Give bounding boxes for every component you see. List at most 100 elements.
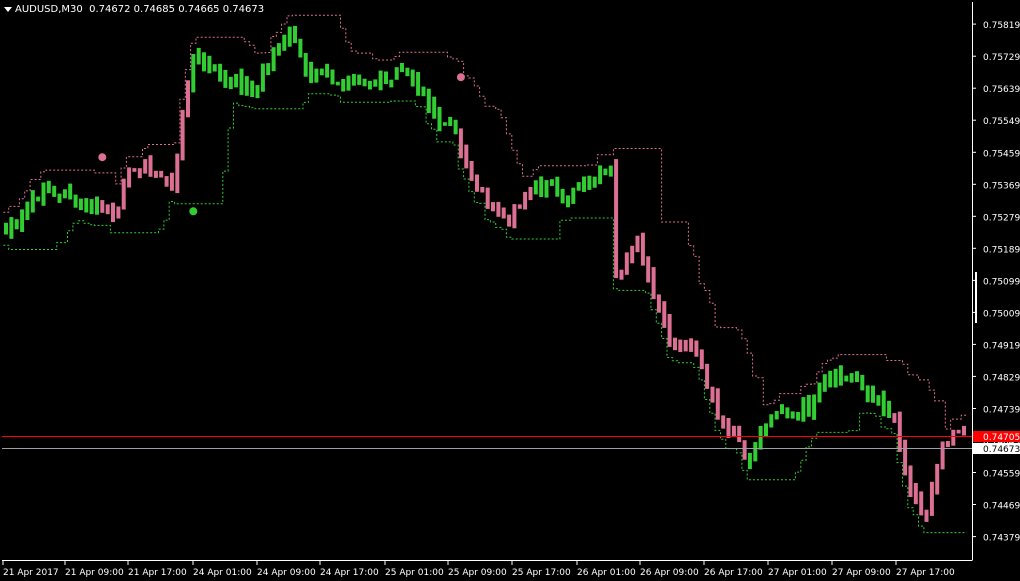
price-bar — [127, 167, 132, 188]
price-bar — [694, 340, 699, 357]
price-bar — [753, 442, 758, 462]
chart-window[interactable]: { "header": { "symbol": "AUDUSD,M30", "o… — [0, 0, 1020, 581]
price-bar — [549, 179, 554, 186]
y-tick-label: 0.75009 — [983, 309, 1020, 319]
y-tick-label: 0.75729 — [983, 53, 1020, 63]
price-bar — [400, 63, 404, 73]
price-bar — [116, 206, 121, 219]
price-bar — [20, 209, 25, 232]
price-bar — [175, 153, 180, 194]
y-tick-label: 0.75369 — [983, 181, 1020, 191]
price-bar — [892, 413, 897, 423]
price-bar — [935, 463, 940, 495]
price-bar — [956, 429, 961, 434]
price-bar — [849, 373, 854, 383]
price-bar — [95, 196, 99, 215]
y-tick-label: 0.75279 — [983, 213, 1020, 223]
price-bar — [501, 207, 506, 219]
x-tick-label: 27 Apr 09:00 — [832, 568, 891, 578]
price-bar — [876, 395, 881, 406]
price-bar — [774, 411, 779, 420]
x-tick-label: 27 Apr 17:00 — [896, 568, 955, 578]
y-tick-label: 0.74739 — [983, 406, 1020, 416]
price-bar — [726, 418, 731, 438]
price-bar — [517, 204, 522, 209]
price-bar — [41, 182, 46, 206]
price-bar — [351, 73, 356, 86]
price-bar — [78, 198, 83, 211]
x-tick-label: 27 Apr 01:00 — [768, 568, 827, 578]
price-bar — [121, 178, 126, 210]
price-bar — [887, 400, 892, 418]
price-bar — [491, 202, 495, 212]
price-chart[interactable]: 0.75819 0.75729 0.75639 0.75549 0.75459 0.753… — [0, 0, 1020, 581]
price-bar — [137, 168, 142, 179]
price-bar — [319, 68, 324, 76]
price-bar — [828, 370, 833, 388]
price-bar — [656, 294, 661, 313]
price-bar — [812, 394, 817, 420]
price-bar — [164, 176, 169, 187]
price-bar — [62, 189, 67, 199]
price-bar — [710, 386, 715, 403]
price-bar — [276, 43, 281, 56]
price-bar — [111, 202, 115, 223]
y-tick-label: 0.75549 — [983, 117, 1020, 127]
price-bar — [330, 69, 335, 85]
price-bar — [207, 55, 212, 74]
x-tick-label: 24 Apr 09:00 — [257, 568, 316, 578]
price-bar — [437, 106, 442, 132]
price-bar — [903, 439, 908, 476]
price-bar — [239, 68, 244, 95]
price-bar — [897, 411, 902, 452]
price-bar — [544, 180, 549, 198]
price-bar — [410, 69, 415, 87]
price-bar — [260, 63, 265, 92]
signal-dot — [189, 207, 198, 216]
price-label-current: 0.74673 — [973, 443, 1020, 455]
price-bar — [293, 25, 297, 44]
price-bar — [52, 185, 57, 197]
y-tick-label: 0.75189 — [983, 245, 1020, 255]
price-bar — [346, 75, 351, 91]
menu-triangle-icon[interactable] — [4, 7, 12, 12]
y-tick-label: 0.74829 — [983, 373, 1020, 383]
price-bar — [314, 68, 319, 83]
price-bar — [271, 47, 276, 72]
price-bar — [913, 483, 918, 505]
price-bar — [480, 187, 485, 193]
price-bar — [801, 397, 806, 422]
price-bar — [871, 385, 875, 403]
price-bar — [539, 176, 544, 197]
price-bar — [662, 301, 667, 328]
symbol-label: AUDUSD,M30 — [15, 4, 83, 15]
price-bar — [507, 214, 512, 227]
price-bar — [373, 79, 378, 87]
signal-dot — [98, 153, 107, 162]
price-bar — [817, 382, 822, 403]
price-bar — [764, 423, 768, 437]
price-bar — [855, 371, 859, 383]
x-tick-label: 26 Apr 01:00 — [577, 568, 636, 578]
price-bar — [555, 176, 560, 197]
x-tick-label: 25 Apr 17:00 — [512, 568, 571, 578]
price-bar — [250, 80, 255, 97]
price-bar — [699, 349, 704, 370]
price-bar — [796, 412, 801, 421]
price-bar — [202, 52, 206, 72]
price-bar — [560, 188, 565, 204]
x-tick-label: 25 Apr 09:00 — [448, 568, 507, 578]
price-bar — [512, 204, 517, 229]
price-bar — [833, 368, 838, 388]
price-bar — [785, 407, 790, 419]
chart-header: AUDUSD,M30 0.74672 0.74685 0.74665 0.746… — [4, 4, 264, 16]
price-bar — [496, 201, 501, 217]
price-bar — [389, 79, 394, 88]
price-bar — [689, 338, 694, 352]
price-bar — [571, 187, 576, 204]
price-bar — [218, 63, 223, 82]
price-bar — [940, 441, 945, 470]
price-bar — [908, 465, 913, 497]
price-bar — [929, 481, 934, 516]
price-bar — [747, 452, 752, 470]
